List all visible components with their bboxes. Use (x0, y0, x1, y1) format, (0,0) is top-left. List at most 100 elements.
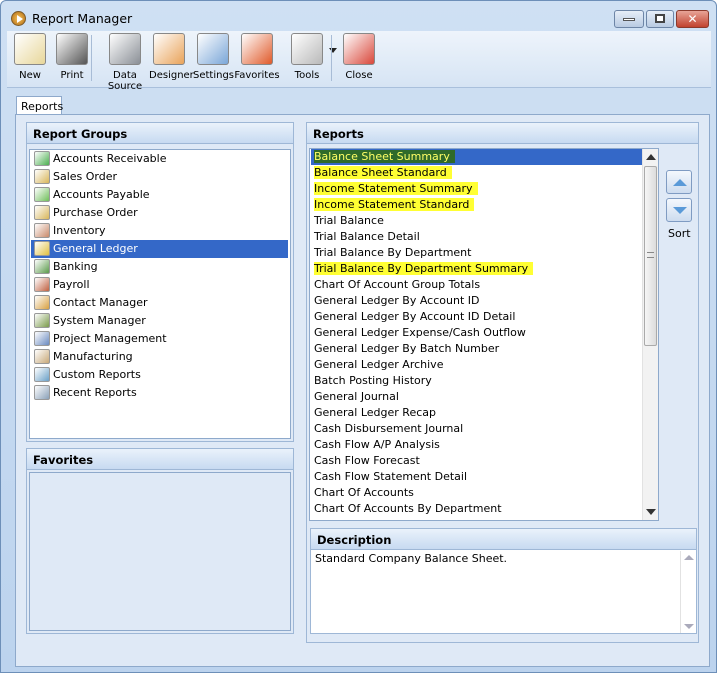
report-group-label: Sales Order (53, 170, 118, 183)
reports-panel: Reports Balance Sheet Summary Balance She… (306, 122, 699, 643)
sort-down-button[interactable] (666, 198, 692, 222)
report-group-item[interactable]: Accounts Payable (31, 186, 288, 204)
scroll-up-icon[interactable] (684, 555, 694, 560)
report-item[interactable]: Balance Sheet Standard (311, 165, 642, 181)
report-item[interactable]: General Ledger By Account ID Detail (311, 309, 642, 325)
reports-header: Reports (307, 123, 698, 144)
report-label: Income Statement Standard (314, 198, 475, 211)
report-item[interactable]: Income Statement Summary (311, 181, 642, 197)
tab-reports[interactable]: Reports (16, 96, 63, 115)
description-scrollbar[interactable] (680, 551, 696, 633)
toolbar-label: Print (60, 70, 84, 81)
report-group-item[interactable]: Banking (31, 258, 288, 276)
report-label: Balance Sheet Summary (314, 150, 455, 163)
report-item[interactable]: Cash Disbursement Journal (311, 421, 642, 437)
designer-icon (153, 33, 185, 65)
close-window-button[interactable]: ✕ (676, 10, 709, 28)
report-group-item[interactable]: General Ledger (31, 240, 288, 258)
report-item[interactable]: Cash Flow A/P Analysis (311, 437, 642, 453)
arrow-up-icon (673, 179, 687, 186)
scroll-down-icon[interactable] (646, 509, 656, 515)
tools-icon (291, 33, 323, 65)
toolbar-label: Settings (193, 70, 235, 81)
report-label: General Ledger Recap (314, 406, 436, 419)
report-item[interactable]: General Ledger Archive (311, 357, 642, 373)
report-group-item[interactable]: Recent Reports (31, 384, 288, 402)
report-label: General Journal (314, 390, 399, 403)
payroll-icon (34, 277, 50, 292)
report-item[interactable]: General Ledger Recap (311, 405, 642, 421)
sort-label: Sort (668, 227, 691, 240)
sales-order-icon (34, 169, 50, 184)
reports-scrollbar[interactable] (642, 149, 658, 520)
report-label: Cash Flow Statement Detail (314, 470, 468, 483)
report-group-item[interactable]: Contact Manager (31, 294, 288, 312)
report-item[interactable]: Trial Balance Detail (311, 229, 642, 245)
toolbar-separator (331, 35, 332, 81)
report-group-item[interactable]: Sales Order (31, 168, 288, 186)
report-group-item[interactable]: Project Management (31, 330, 288, 348)
report-item[interactable]: General Ledger By Account ID (311, 293, 642, 309)
scroll-up-icon[interactable] (646, 154, 656, 160)
report-item[interactable]: General Ledger By Batch Number (311, 341, 642, 357)
minimize-button[interactable] (614, 10, 644, 28)
report-item[interactable]: Chart Of Account Group Totals (311, 277, 642, 293)
toolbar-label: Favorites (234, 70, 280, 81)
print-button[interactable]: Print (53, 33, 91, 81)
report-item[interactable]: Trial Balance (311, 213, 642, 229)
window-title: Report Manager (32, 11, 133, 26)
scrollbar-thumb[interactable] (644, 166, 657, 346)
report-label: Cash Flow A/P Analysis (314, 438, 440, 451)
report-item[interactable]: Trial Balance By Department (311, 245, 642, 261)
report-item[interactable]: Income Statement Standard (311, 197, 642, 213)
report-item[interactable]: Batch Posting History (311, 373, 642, 389)
scroll-down-icon[interactable] (684, 624, 694, 629)
report-item[interactable]: Cash Flow Forecast (311, 453, 642, 469)
report-label: Income Statement Summary (314, 182, 478, 195)
report-item[interactable]: General Ledger Expense/Cash Outflow (311, 325, 642, 341)
report-group-item[interactable]: Accounts Receivable (31, 150, 288, 168)
banking-icon (34, 259, 50, 274)
reports-tab-content: Report Groups Accounts Receivable Sales O… (15, 114, 710, 667)
report-item[interactable]: Balance Sheet Summary (311, 149, 642, 165)
accounts-receivable-icon (34, 151, 50, 166)
tools-button[interactable]: Tools (287, 33, 327, 81)
recent-reports-icon (34, 385, 50, 400)
report-group-label: Inventory (53, 224, 106, 237)
report-label: General Ledger Archive (314, 358, 444, 371)
report-label: General Ledger Expense/Cash Outflow (314, 326, 526, 339)
settings-button[interactable]: Settings (193, 33, 235, 81)
designer-button[interactable]: Designer (149, 33, 194, 81)
report-group-item[interactable]: Custom Reports (31, 366, 288, 384)
report-label: Cash Disbursement Journal (314, 422, 464, 435)
report-group-item[interactable]: Inventory (31, 222, 288, 240)
report-group-label: Banking (53, 260, 98, 273)
report-group-item[interactable]: Payroll (31, 276, 288, 294)
report-group-item[interactable]: System Manager (31, 312, 288, 330)
report-group-label: System Manager (53, 314, 146, 327)
report-item[interactable]: Chart Of Accounts By Department (311, 501, 642, 517)
report-label: Balance Sheet Standard (314, 166, 452, 179)
manufacturing-icon (34, 349, 50, 364)
report-item[interactable]: Chart Of Accounts (311, 485, 642, 501)
report-groups-list: Accounts Receivable Sales Order Accounts P… (29, 149, 291, 439)
report-manager-window: Report Manager ✕ New Print Data Source Desi… (0, 0, 717, 673)
maximize-button[interactable] (646, 10, 674, 28)
description-panel: Description Standard Company Balance She… (310, 528, 697, 634)
new-button[interactable]: New (11, 33, 49, 81)
data-source-button[interactable]: Data Source (97, 33, 153, 92)
report-group-item[interactable]: Manufacturing (31, 348, 288, 366)
report-item[interactable]: Trial Balance By Department Summary (311, 261, 642, 277)
favorites-button[interactable]: Favorites (233, 33, 281, 81)
report-group-label: Custom Reports (53, 368, 141, 381)
database-icon (109, 33, 141, 65)
report-item[interactable]: Cash Flow Statement Detail (311, 469, 642, 485)
report-label: General Ledger By Account ID (314, 294, 480, 307)
toolbar: New Print Data Source Designer Settings Favor… (7, 31, 711, 92)
report-group-label: General Ledger (53, 242, 138, 255)
report-item[interactable]: General Journal (311, 389, 642, 405)
report-group-item[interactable]: Purchase Order (31, 204, 288, 222)
close-button[interactable]: Close (339, 33, 379, 81)
new-report-icon (14, 33, 46, 65)
sort-up-button[interactable] (666, 170, 692, 194)
